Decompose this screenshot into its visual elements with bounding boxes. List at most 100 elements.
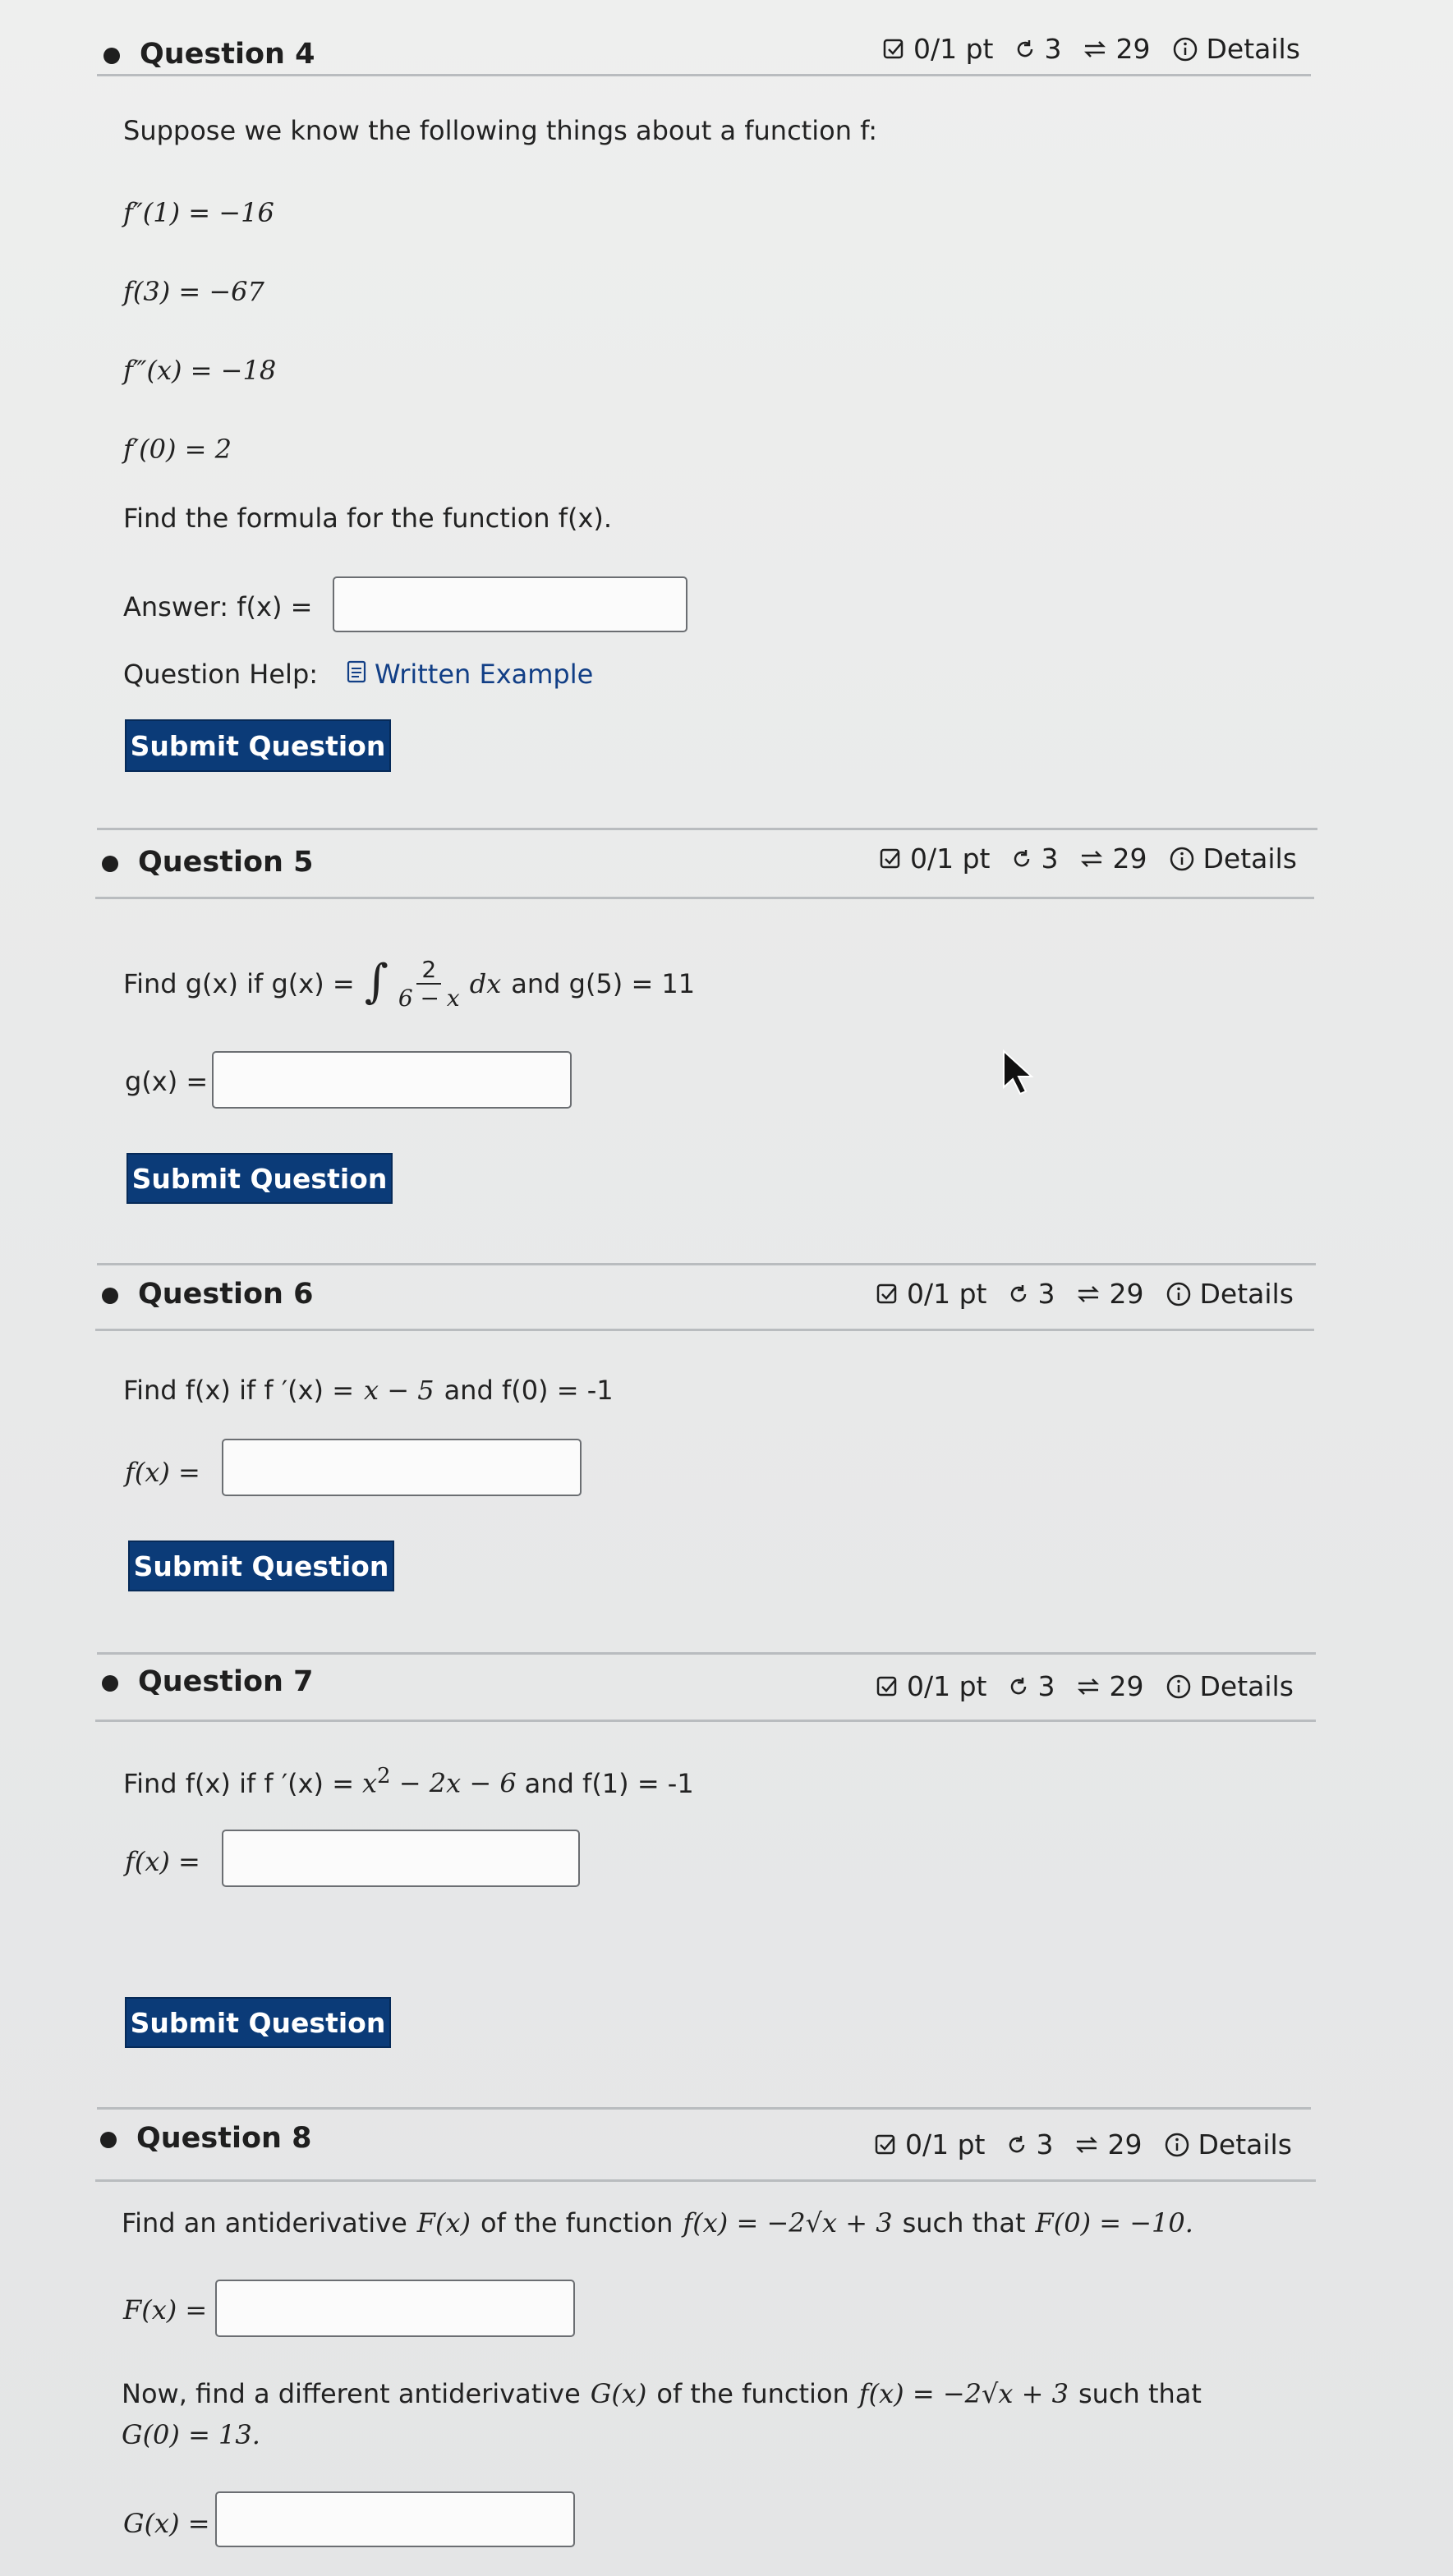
prompt-end: and f(1) = -1 [524, 1767, 694, 1799]
attempts-count: 29 [1107, 2128, 1143, 2160]
find-instruction: Find the formula for the function f(x). [123, 503, 613, 534]
retry-count: 3 [1044, 33, 1062, 65]
retry-icon [1005, 2133, 1028, 2156]
integral-dx: dx [469, 968, 502, 999]
answer-label: f(x) = [125, 1457, 200, 1488]
attempts-icon [1078, 847, 1105, 870]
question-meta: 0/1 pt 3 29 Details [874, 2128, 1292, 2160]
math-expression: F(x) [416, 2207, 471, 2239]
details-link[interactable]: Details [1200, 1670, 1294, 1702]
retry-count: 3 [1041, 843, 1059, 875]
prompt-part: Now, find a different antiderivative [122, 2378, 581, 2409]
score-text: 0/1 pt [910, 843, 991, 875]
question-bullet [103, 48, 120, 64]
fact-3: f‴(x) = −18 [123, 355, 277, 386]
score-checkbox-icon [876, 1675, 899, 1698]
answer-label: F(x) = [123, 2294, 208, 2326]
divider [97, 1652, 1316, 1655]
prompt-part: of the function [656, 2378, 849, 2409]
retry-icon [1010, 847, 1033, 870]
attempts-count: 29 [1109, 1670, 1144, 1702]
expr-rest: − 2x − 6 [398, 1767, 517, 1799]
info-icon[interactable] [1166, 1674, 1192, 1700]
attempts-icon [1075, 1675, 1101, 1698]
written-example-link[interactable]: Written Example [347, 659, 593, 690]
math-expression: f(x) = −2√x + 3 [858, 2378, 1069, 2409]
prompt-start: Find f(x) if f ′(x) = [123, 1375, 354, 1406]
question-meta: 0/1 pt 3 29 Details [882, 33, 1300, 65]
expr-exponent: 2 [377, 1764, 391, 1789]
prompt-start: Find f(x) if f ′(x) = [123, 1767, 354, 1799]
math-expression: G(0) = 13. [122, 2419, 260, 2450]
divider [95, 897, 1314, 899]
question-bullet [102, 856, 118, 872]
question-prompt: Find f(x) if f ′(x) = x − 5 and f(0) = -… [123, 1375, 614, 1406]
info-icon[interactable] [1166, 1281, 1192, 1307]
prompt-part: such that [1078, 2378, 1202, 2409]
question-prompt: Find g(x) if g(x) = ∫ 2 6 − x dx and g(5… [123, 956, 695, 1012]
score-text: 0/1 pt [907, 1278, 987, 1310]
answer-input[interactable] [222, 1439, 582, 1496]
attempts-count: 29 [1115, 33, 1151, 65]
prompt-part: of the function [481, 2207, 674, 2239]
answer-input-F[interactable] [215, 2280, 575, 2337]
answer-input[interactable] [333, 576, 687, 632]
math-expression: G(x) [590, 2378, 647, 2409]
divider [97, 74, 1311, 76]
score-checkbox-icon [874, 2133, 897, 2156]
submit-question-button[interactable]: Submit Question [125, 1997, 391, 2048]
question-bullet [102, 1675, 118, 1692]
fact-4: f′(0) = 2 [123, 434, 232, 465]
expr-base: x [362, 1767, 378, 1799]
divider [95, 2179, 1316, 2182]
prompt-part: Find an antiderivative [122, 2207, 407, 2239]
score-text: 0/1 pt [905, 2128, 986, 2160]
info-icon[interactable] [1172, 36, 1198, 62]
fraction: 2 6 − x [398, 956, 460, 1012]
fact-2: f(3) = −67 [123, 276, 264, 307]
submit-question-button[interactable]: Submit Question [128, 1541, 394, 1591]
answer-input[interactable] [212, 1051, 572, 1109]
question-title: Question 7 [138, 1665, 314, 1698]
mouse-cursor-icon [1000, 1049, 1040, 1100]
prompt-start: Find g(x) if g(x) = [123, 968, 355, 999]
question-title: Question 8 [136, 2122, 312, 2155]
divider [95, 1329, 1314, 1331]
attempts-icon [1082, 38, 1108, 61]
answer-label: g(x) = [125, 1066, 209, 1097]
answer-label: f(x) = [125, 1846, 200, 1877]
divider [95, 1720, 1316, 1722]
retry-count: 3 [1037, 1278, 1055, 1310]
retry-icon [1014, 38, 1037, 61]
score-checkbox-icon [876, 1283, 899, 1306]
answer-input-G[interactable] [215, 2491, 575, 2547]
details-link[interactable]: Details [1198, 2128, 1292, 2160]
details-link[interactable]: Details [1200, 1278, 1294, 1310]
derivative-expression: x − 5 [364, 1375, 435, 1406]
score-text: 0/1 pt [907, 1670, 987, 1702]
score-checkbox-icon [882, 38, 905, 61]
attempts-count: 29 [1109, 1278, 1144, 1310]
retry-icon [1007, 1675, 1030, 1698]
question-meta: 0/1 pt 3 29 Details [876, 1278, 1294, 1310]
details-link[interactable]: Details [1203, 843, 1297, 875]
submit-question-button[interactable]: Submit Question [125, 719, 391, 772]
question-title: Question 4 [140, 38, 315, 71]
question-title: Question 5 [138, 846, 314, 879]
math-expression: F(0) = −10. [1035, 2207, 1193, 2239]
question-meta: 0/1 pt 3 29 Details [879, 843, 1297, 875]
info-icon[interactable] [1164, 2132, 1190, 2158]
math-expression: f(x) = −2√x + 3 [683, 2207, 893, 2239]
details-link[interactable]: Details [1207, 33, 1300, 65]
answer-label: G(x) = [123, 2508, 210, 2539]
prompt-end: and f(0) = -1 [444, 1375, 614, 1406]
score-checkbox-icon [879, 847, 902, 870]
fraction-numerator: 2 [416, 956, 442, 985]
help-label: Question Help: [123, 659, 319, 690]
info-icon[interactable] [1169, 846, 1195, 872]
prompt-end: and g(5) = 11 [511, 968, 696, 999]
question-prompt: Find an antiderivative F(x) of the funct… [122, 2207, 1193, 2239]
retry-count: 3 [1037, 1670, 1055, 1702]
answer-input[interactable] [222, 1830, 580, 1887]
submit-question-button[interactable]: Submit Question [126, 1153, 393, 1204]
